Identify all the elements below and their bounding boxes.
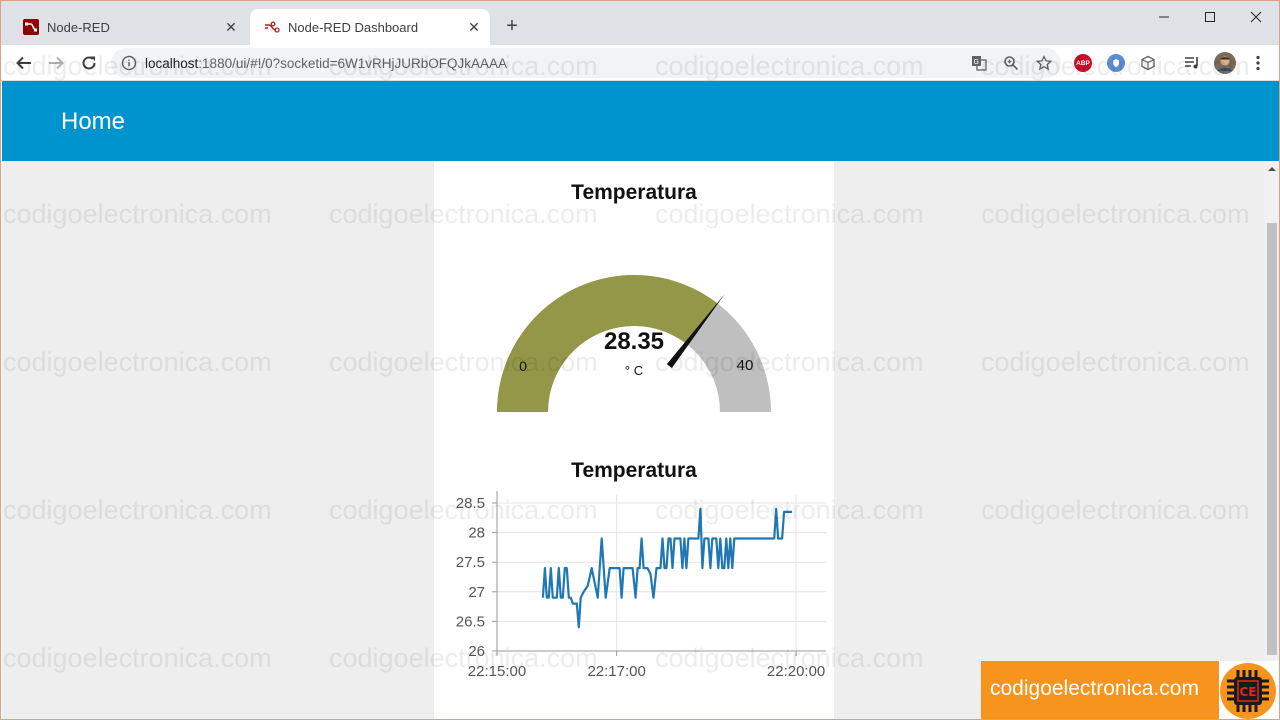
temperature-gauge: 28.35 ° C 0 40	[497, 275, 771, 412]
browser-menu-icon[interactable]	[1246, 51, 1270, 75]
y-tick-label: 28.5	[456, 495, 485, 512]
page-title: Home	[61, 108, 126, 135]
back-arrow-icon[interactable]	[12, 51, 36, 75]
tab-title: Node-RED Dashboard	[288, 19, 419, 35]
widget-group-card: Temperatura 28.35 ° C 0 40 Temperatura 2…	[434, 161, 834, 719]
profile-avatar-icon[interactable]	[1213, 51, 1237, 75]
media-playlist-icon[interactable]	[1180, 51, 1204, 75]
zoom-icon[interactable]	[1003, 55, 1019, 71]
tab-title: Node-RED	[47, 19, 110, 35]
y-tick-label: 28	[468, 525, 485, 542]
logo-letters: CE	[1239, 685, 1256, 699]
minimize-icon[interactable]	[1141, 5, 1187, 29]
temperature-line-chart: 28.5 28 27.5 27 26.5 26 22:15:00 22:17:00 22:20:…	[456, 491, 826, 680]
gauge-min-label: 0	[519, 358, 527, 374]
gauge-value: 28.35	[604, 328, 664, 355]
page-scrollbar[interactable]	[1264, 161, 1279, 719]
tab-node-red[interactable]: Node-RED ✕	[9, 9, 247, 45]
brand-badge: codigoelectronica.com CE	[981, 661, 1279, 719]
reload-icon[interactable]	[77, 51, 101, 75]
dashboard-page: Home Temperatura 28.35 ° C 0 40 Temperat…	[2, 81, 1279, 719]
translate-icon[interactable]: G	[971, 55, 987, 71]
chart-title: Temperatura	[571, 459, 697, 482]
x-tick-label: 22:15:00	[468, 663, 526, 680]
site-info-icon[interactable]	[121, 55, 137, 71]
x-tick-label: 22:20:00	[767, 663, 825, 680]
ce-chip-logo-icon: CE	[1219, 661, 1279, 719]
tab-strip: Node-RED ✕ Node-RED Dashboard ✕ +	[1, 1, 1279, 45]
scrollbar-thumb[interactable]	[1267, 223, 1277, 655]
scroll-up-arrow-icon[interactable]	[1268, 165, 1276, 173]
close-window-icon[interactable]	[1233, 5, 1279, 29]
temperature-series-line	[541, 507, 793, 629]
node-red-wires-icon	[264, 19, 280, 35]
extension-cube-icon[interactable]	[1139, 54, 1157, 72]
browser-toolbar: localhost:1880/ui/#!/0?socketid=6W1vRHjJ…	[1, 45, 1279, 81]
close-tab-icon[interactable]: ✕	[464, 17, 484, 37]
tab-node-red-dashboard[interactable]: Node-RED Dashboard ✕	[250, 9, 490, 45]
new-tab-plus-icon[interactable]: +	[501, 15, 523, 37]
address-bar[interactable]: localhost:1880/ui/#!/0?socketid=6W1vRHjJ…	[111, 48, 1061, 78]
extension-shield-icon[interactable]	[1107, 54, 1125, 72]
dashboard-header: Home	[2, 81, 1279, 161]
svg-text:G: G	[974, 58, 979, 66]
gauge-units: ° C	[625, 363, 643, 378]
x-tick-label: 22:17:00	[587, 663, 645, 680]
brand-box: codigoelectronica.com	[981, 661, 1219, 719]
browser-window: Node-RED ✕ Node-RED Dashboard ✕ + localh…	[0, 0, 1280, 720]
node-red-favicon-icon	[23, 19, 39, 35]
gauge-max-label: 40	[737, 357, 754, 374]
maximize-icon[interactable]	[1187, 5, 1233, 29]
y-tick-label: 26	[468, 643, 485, 660]
brand-text: codigoelectronica.com	[990, 677, 1199, 700]
adblock-plus-icon[interactable]: ABP	[1074, 54, 1092, 72]
close-tab-icon[interactable]: ✕	[221, 17, 241, 37]
forward-arrow-icon[interactable]	[44, 51, 68, 75]
url-text: localhost:1880/ui/#!/0?socketid=6W1vRHjJ…	[145, 56, 508, 71]
bookmark-star-icon[interactable]	[1036, 55, 1052, 71]
y-tick-label: 27.5	[456, 554, 485, 571]
y-tick-label: 26.5	[456, 613, 485, 630]
y-tick-label: 27	[468, 584, 485, 601]
